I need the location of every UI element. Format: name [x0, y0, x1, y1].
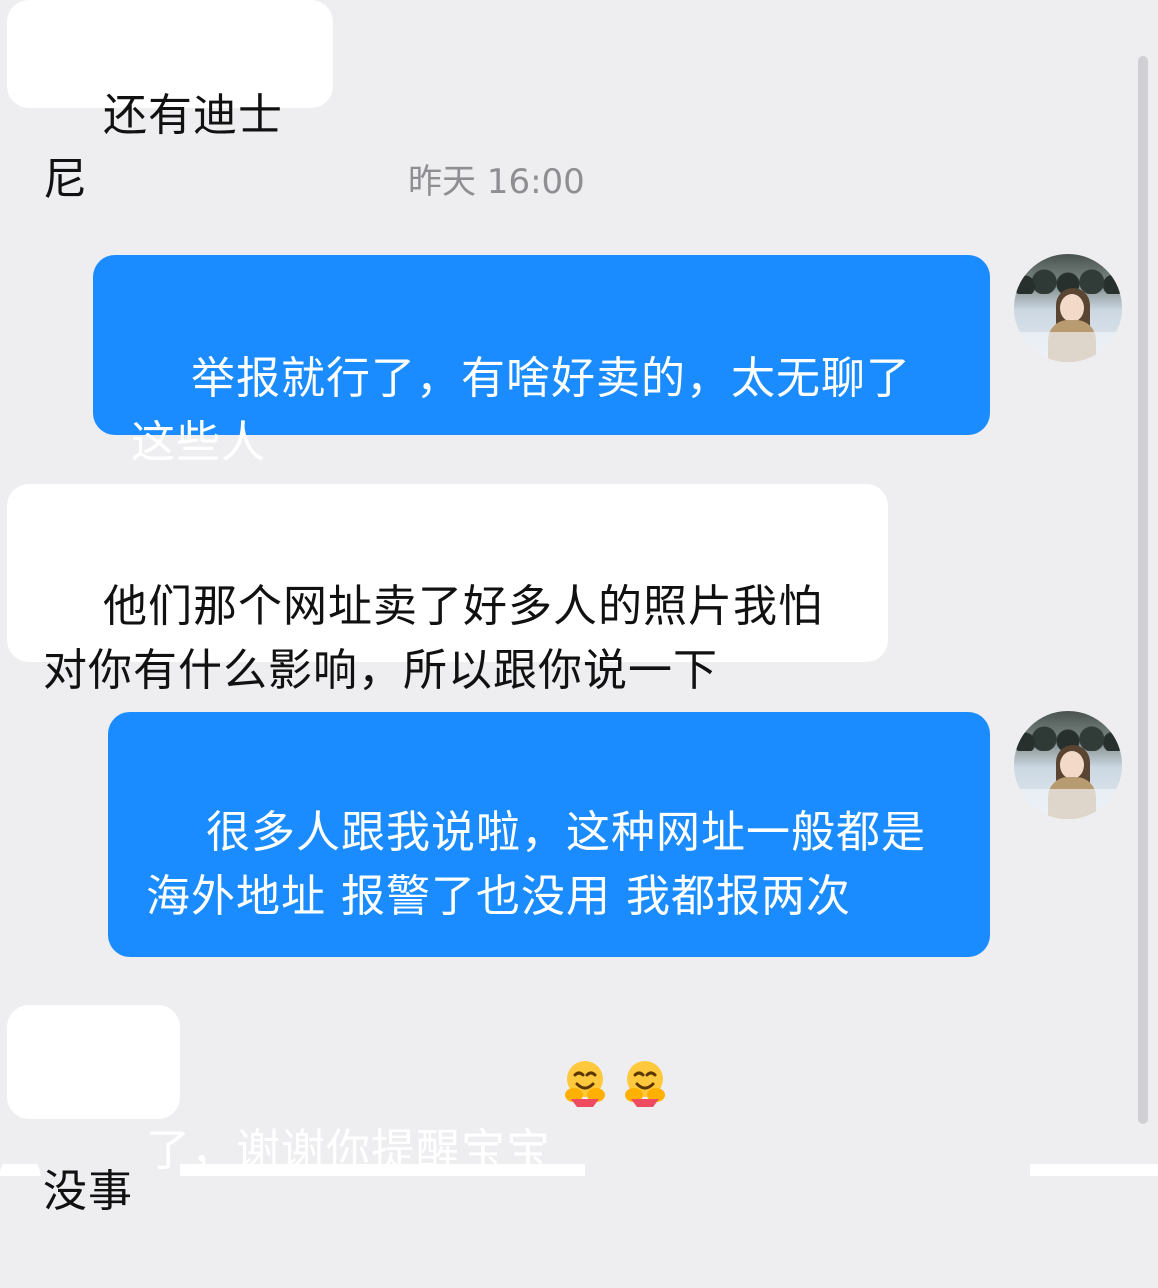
avatar-face — [1060, 751, 1084, 779]
message-bubble-outgoing[interactable]: 举报就行了，有啥好卖的，太无聊了 这些人 — [93, 255, 990, 468]
chat-scrollbar[interactable] — [1138, 56, 1148, 1124]
avatar-face — [1060, 294, 1084, 322]
message-bubble-incoming[interactable]: 他们那个网址卖了好多人的照片我怕 对你有什么影响，所以跟你说一下 — [7, 484, 888, 696]
message-text: 很多人跟我说啦，这种网址一般都是 海外地址 报警了也没用 我都报两次 了，谢谢你… — [146, 807, 926, 1176]
message-text: 还有迪士尼 — [43, 90, 283, 205]
user-avatar[interactable] — [1014, 254, 1122, 362]
message-timestamp: 昨天 16:00 — [408, 162, 585, 202]
user-avatar[interactable] — [1014, 711, 1122, 819]
message-bubble-incoming[interactable]: 没事 — [7, 1005, 180, 1217]
next-message-preview — [0, 1164, 1158, 1176]
message-bubble-outgoing[interactable]: 很多人跟我说啦，这种网址一般都是 海外地址 报警了也没用 我都报两次 了，谢谢你… — [108, 712, 990, 1176]
avatar-snow — [1014, 789, 1122, 819]
avatar-snow — [1014, 332, 1122, 362]
message-text: 举报就行了，有啥好卖的，太无聊了 这些人 — [131, 353, 911, 468]
hugging-face-icon — [619, 929, 671, 1107]
message-bubble-incoming[interactable]: 还有迪士尼 — [7, 0, 333, 205]
hugging-face-icon — [559, 929, 611, 1107]
message-text: 他们那个网址卖了好多人的照片我怕 对你有什么影响，所以跟你说一下 — [43, 581, 823, 696]
